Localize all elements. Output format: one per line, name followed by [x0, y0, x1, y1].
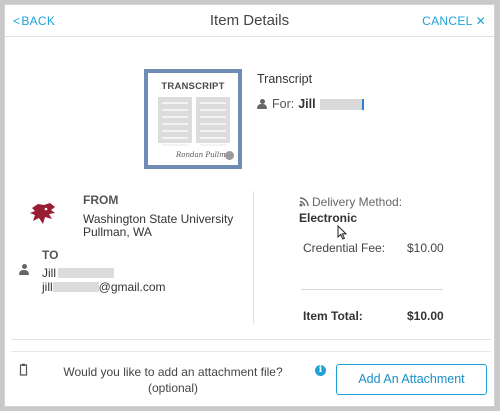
- delivery-method-label: Delivery Method:: [299, 195, 402, 209]
- credential-fee-label: Credential Fee:: [303, 241, 386, 255]
- recipient-name: Jill: [42, 266, 114, 280]
- mouse-cursor-icon: [337, 225, 347, 240]
- for-name: Jill: [298, 97, 316, 111]
- transcript-card-title: TRANSCRIPT: [161, 81, 225, 92]
- info-icon[interactable]: i: [315, 365, 326, 376]
- document-name: Transcript: [257, 72, 313, 86]
- attachment-question-line2: (optional): [147, 381, 199, 395]
- credential-fee-value: $10.00: [407, 241, 444, 255]
- email-domain: @gmail.com: [98, 280, 166, 294]
- email-prefix: jill: [42, 280, 53, 294]
- redacted-surname: [58, 268, 114, 278]
- transcript-page-left: [158, 97, 192, 146]
- person-icon: [257, 98, 267, 110]
- section-divider: [11, 339, 491, 340]
- item-details-window: <BACK Item Details CANCEL ✕ TRANSCRIPT Ro…: [4, 4, 495, 407]
- delivery-label-text: Delivery Method:: [312, 195, 403, 209]
- signature-image: Rondan Pullm: [176, 151, 226, 159]
- item-total-label: Item Total:: [303, 309, 363, 323]
- total-divider: [301, 289, 443, 290]
- recipient-first-name: Jill: [42, 266, 56, 280]
- to-label: TO: [42, 248, 59, 262]
- close-icon: ✕: [475, 14, 486, 28]
- attachment-question: Would you like to add an attachment file…: [57, 364, 289, 396]
- column-divider: [253, 191, 254, 324]
- redacted-email: [52, 282, 99, 292]
- seal-icon: [225, 151, 234, 160]
- attachment-divider: [11, 351, 491, 352]
- wsu-cougar-logo-icon: [30, 203, 55, 224]
- transcript-thumbnail: TRANSCRIPT Rondan Pullm: [144, 69, 242, 169]
- for-label: For:: [272, 97, 295, 111]
- sender-location: Pullman, WA: [83, 225, 152, 239]
- redacted-surname: [319, 98, 364, 110]
- page-title: Item Details: [209, 12, 290, 29]
- cancel-button[interactable]: CANCEL ✕: [422, 14, 486, 28]
- attachment-file-icon: [19, 363, 28, 376]
- from-label: FROM: [83, 193, 119, 207]
- item-total-value: $10.00: [407, 309, 444, 323]
- add-attachment-button[interactable]: Add An Attachment: [336, 364, 487, 395]
- attachment-question-line1: Would you like to add an attachment file…: [63, 365, 283, 379]
- person-icon: [19, 264, 29, 275]
- sender-name: Washington State University Pullman, WA: [83, 213, 233, 239]
- delivery-method-value: Electronic: [299, 211, 358, 225]
- cancel-label: CANCEL: [422, 14, 473, 28]
- header-bar: <BACK Item Details CANCEL ✕: [5, 5, 494, 37]
- transcript-page-right: [196, 97, 230, 146]
- recipient-email: jill @gmail.com: [42, 280, 166, 294]
- delivery-signal-icon: [299, 197, 309, 207]
- document-recipient: For: Jill: [257, 97, 364, 111]
